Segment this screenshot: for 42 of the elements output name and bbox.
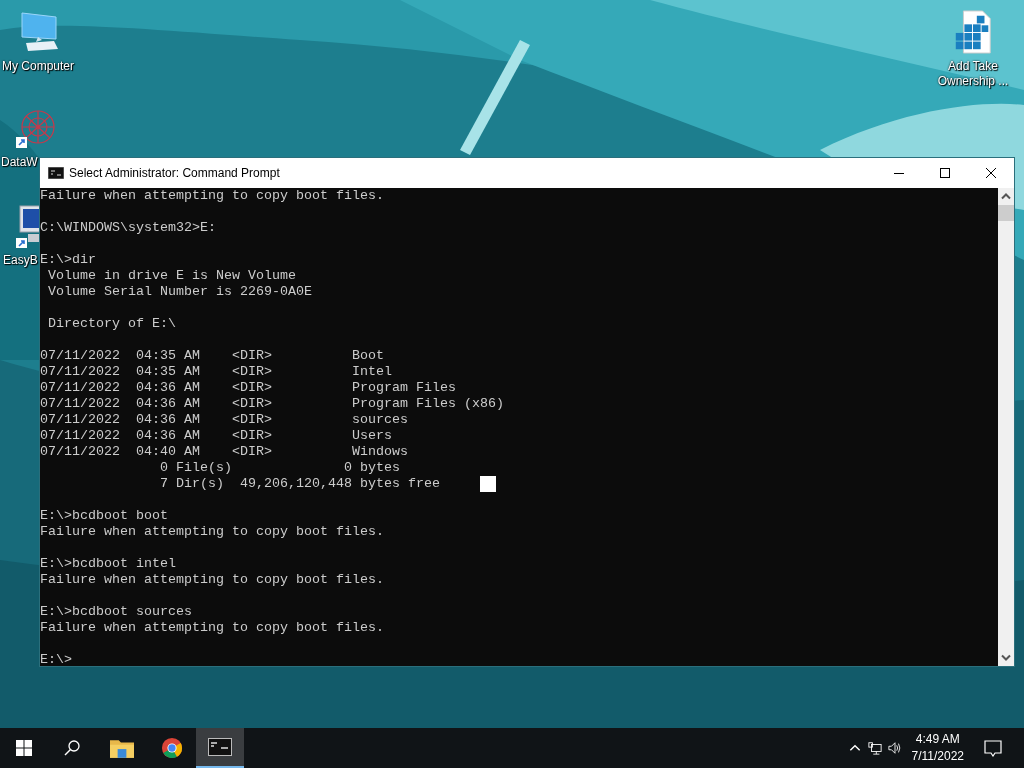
browser-logo-icon (160, 737, 184, 759)
console-icon (48, 167, 64, 179)
console-line: 07/11/2022 04:36 AM <DIR> sources (40, 412, 408, 428)
network-icon[interactable] (867, 741, 882, 755)
console-line: Volume in drive E is New Volume (47, 268, 296, 284)
console-line: C:\WINDOWS\system32>E: (40, 220, 216, 236)
desktop-icon-label[interactable]: DataW (1, 155, 38, 170)
clock-date[interactable]: 7/11/2022 (911, 748, 964, 765)
console-line: 07/11/2022 04:35 AM <DIR> Boot (40, 348, 384, 364)
console-line: Failure when attempting to copy boot files. (40, 572, 384, 588)
console-line: Failure when attempting to copy boot files. (40, 524, 384, 540)
console-line: Failure when attempting to copy boot files. (40, 188, 384, 204)
scrollbar[interactable] (998, 188, 1014, 666)
taskbar-button[interactable] (196, 728, 244, 768)
console-line: E:\>dir (40, 252, 96, 268)
search-icon (64, 740, 80, 756)
console-line: E:\>bcdboot sources (40, 604, 192, 620)
console-line: Failure when attempting to copy boot files. (40, 620, 384, 636)
console-line: E:\>bcdboot intel (40, 556, 176, 572)
clock-time[interactable]: 4:49 AM (915, 731, 960, 748)
folder-icon (110, 737, 134, 759)
scrollbar-thumb[interactable] (998, 205, 1014, 221)
console-line: 07/11/2022 04:36 AM <DIR> Users (40, 428, 392, 444)
console-line: 0 File(s) 0 bytes (158, 460, 400, 476)
console-line: 7 Dir(s) 49,206,120,448 bytes free (158, 476, 440, 492)
close-icon (985, 167, 997, 179)
window-title: Select Administrator: Command Prompt (69, 166, 280, 180)
desktop-icon-label[interactable]: EasyB (3, 253, 38, 268)
console-line: 07/11/2022 04:36 AM <DIR> Program Files (40, 380, 456, 396)
desktop-icon-label[interactable]: My Computer (0, 59, 77, 74)
console-line: 07/11/2022 04:35 AM <DIR> Intel (40, 364, 392, 380)
console-icon (208, 736, 232, 758)
console-line: 07/11/2022 04:40 AM <DIR> Windows (40, 444, 408, 460)
notification-icon[interactable] (984, 739, 1002, 757)
speaker-icon[interactable] (887, 741, 902, 755)
console-line: E:\>bcdboot boot (40, 508, 168, 524)
console-line: Volume Serial Number is 2269-0A0E (47, 284, 312, 300)
console-line: E:\> (40, 652, 72, 666)
console-line: Directory of E:\ (47, 316, 176, 332)
windows-logo-icon (16, 740, 32, 756)
console-line: 07/11/2022 04:36 AM <DIR> Program Files (x86) (40, 396, 504, 412)
maximize-icon (939, 167, 951, 179)
